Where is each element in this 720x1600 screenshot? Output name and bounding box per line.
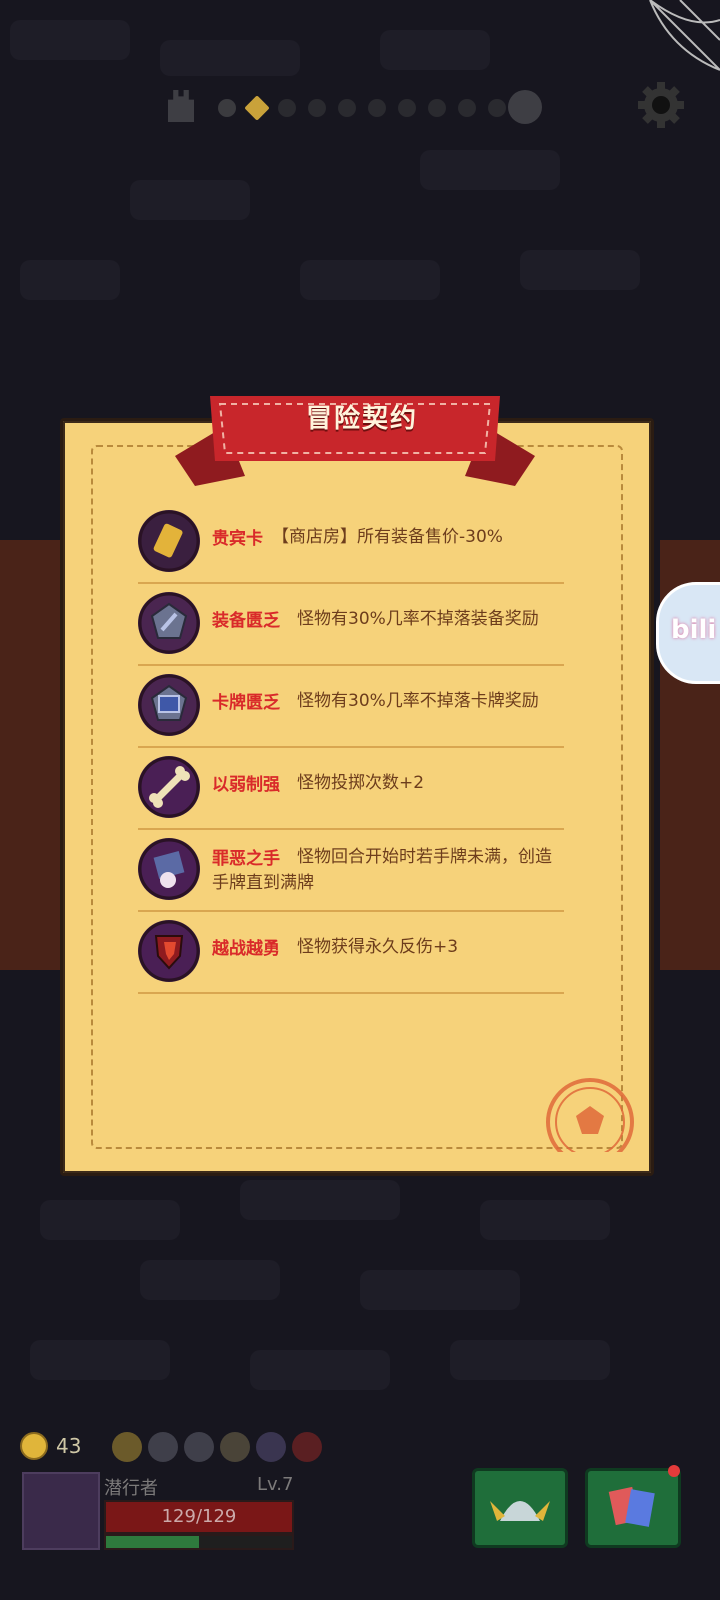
card-deck-button[interactable]: [585, 1468, 681, 1548]
contract-item[interactable]: 越战越勇 怪物获得永久反伤+3: [138, 912, 564, 994]
avatar[interactable]: [22, 1472, 100, 1550]
exp-bar: [104, 1534, 294, 1550]
active-contract-icons: [112, 1432, 322, 1462]
contract-title: 冒险契约: [305, 404, 418, 434]
notification-dot: [668, 1465, 680, 1477]
coin-count: 43: [56, 1434, 82, 1458]
equipment-button[interactable]: [472, 1468, 568, 1548]
progress-node: [458, 99, 476, 117]
item-description: 怪物有30%几率不掉落装备奖励: [297, 609, 539, 629]
bilibili-badge[interactable]: bili: [656, 582, 720, 684]
card-shortage-icon: [138, 674, 200, 736]
helmet-icon: [490, 1501, 550, 1521]
evil-hand-icon: [138, 838, 200, 900]
item-description: 怪物有30%几率不掉落卡牌奖励: [297, 691, 539, 711]
item-description: 怪物回合开始时若手牌未满，创造手牌直到满牌: [212, 847, 552, 893]
hp-bar: 129/129: [104, 1500, 294, 1534]
bone-icon: [220, 1432, 250, 1462]
bone-icon: [138, 756, 200, 818]
item-name: 以弱制强: [212, 775, 280, 795]
cards-icon: [608, 1486, 655, 1527]
equipment-shortage-icon: [138, 592, 200, 654]
progress-node: [368, 99, 386, 117]
item-description: 怪物获得永久反伤+3: [297, 937, 459, 957]
progress-node: [218, 99, 236, 117]
contract-item[interactable]: 贵宾卡 【商店房】所有装备售价-30%: [138, 502, 564, 584]
player-name: 潜行者: [104, 1478, 158, 1499]
evil-hand-icon: [256, 1432, 286, 1462]
contract-item-list: 贵宾卡 【商店房】所有装备售价-30% 装备匮乏 怪物有30%几率不掉落装备奖励…: [138, 502, 564, 994]
item-name: 越战越勇: [212, 939, 280, 959]
equipment-shortage-icon: [148, 1432, 178, 1462]
progress-node: [338, 99, 356, 117]
item-description: 怪物投掷次数+2: [297, 773, 425, 793]
coin-icon: [20, 1432, 48, 1460]
card-shortage-icon: [184, 1432, 214, 1462]
thorn-shield-icon: [138, 920, 200, 982]
item-name: 装备匮乏: [212, 611, 280, 631]
item-description: 【商店房】所有装备售价-30%: [272, 527, 503, 547]
progress-node: [308, 99, 326, 117]
progress-node-current: [244, 95, 270, 121]
item-name: 卡牌匮乏: [212, 693, 280, 713]
contract-item[interactable]: 卡牌匮乏 怪物有30%几率不掉落卡牌奖励: [138, 666, 564, 748]
boss-skull-icon: [508, 90, 542, 124]
castle-icon: [168, 90, 194, 122]
vip-card-icon: [138, 510, 200, 572]
contract-item[interactable]: 罪恶之手 怪物回合开始时若手牌未满，创造手牌直到满牌: [138, 830, 564, 912]
level-progress-track: [168, 86, 568, 130]
settings-gear-icon[interactable]: [632, 76, 690, 134]
contract-item[interactable]: 装备匮乏 怪物有30%几率不掉落装备奖励: [138, 584, 564, 666]
progress-node: [488, 99, 506, 117]
progress-node: [398, 99, 416, 117]
wax-seal-stamp: [546, 1078, 634, 1152]
contract-item[interactable]: 以弱制强 怪物投掷次数+2: [138, 748, 564, 830]
item-name: 贵宾卡: [212, 529, 263, 549]
thorn-shield-icon: [292, 1432, 322, 1462]
hp-text: 129/129: [161, 1506, 237, 1527]
coin-counter: 43: [20, 1432, 81, 1460]
vip-card-icon: [112, 1432, 142, 1462]
progress-node: [278, 99, 296, 117]
exp-fill: [106, 1536, 199, 1548]
progress-node: [428, 99, 446, 117]
player-level: Lv.7: [257, 1474, 294, 1495]
